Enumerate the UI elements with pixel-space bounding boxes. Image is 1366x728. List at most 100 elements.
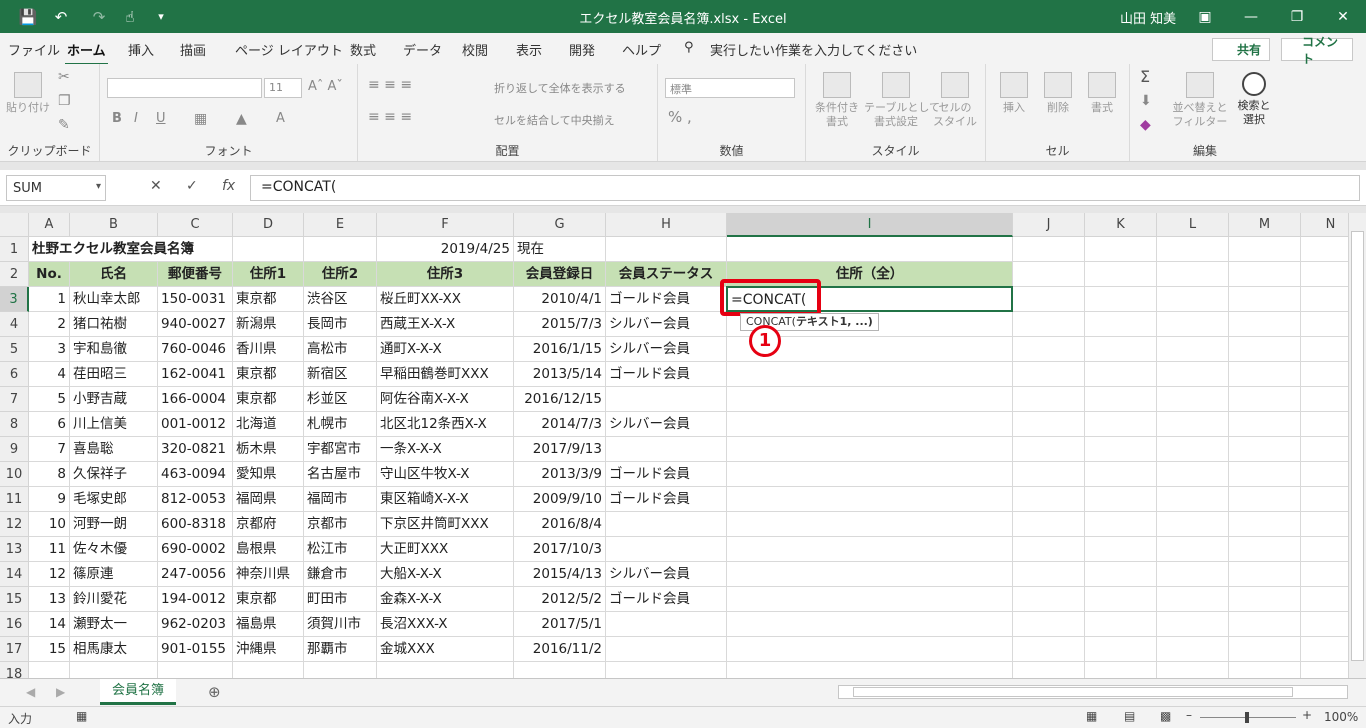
cell[interactable] [1157, 462, 1229, 487]
font-color-icon[interactable]: A [276, 112, 285, 126]
page-break-view-icon[interactable]: ▩ [1160, 709, 1171, 723]
align-top-icon[interactable]: ≡ ≡ ≡ [368, 78, 412, 92]
insert-function-icon[interactable]: fx [222, 178, 235, 194]
font-size-combo[interactable]: 11 [264, 78, 302, 98]
cell[interactable] [1229, 287, 1301, 312]
table-cell[interactable]: 2015/7/3 [514, 312, 606, 337]
worksheet-grid[interactable]: A B C D E F G H I J K L M N 1 2 3 4 5 6 7 8 9 10 11 12 13 14 15 16 17 1… [0, 213, 1366, 678]
table-cell[interactable]: 松江市 [304, 537, 377, 562]
cell[interactable] [1157, 587, 1229, 612]
column-header-j[interactable]: J [1013, 213, 1085, 237]
cell[interactable] [1085, 437, 1157, 462]
add-sheet-icon[interactable]: ⊕ [208, 683, 221, 701]
find-select-button[interactable]: 検索と 選択 [1232, 72, 1276, 127]
cell[interactable] [727, 462, 1013, 487]
tab-review[interactable]: 校閲 [462, 40, 488, 59]
cell[interactable] [1013, 587, 1085, 612]
cell[interactable] [727, 612, 1013, 637]
date-cell[interactable]: 2019/4/25 [377, 237, 514, 262]
table-cell[interactable]: 13 [29, 587, 70, 612]
select-all-corner[interactable] [0, 213, 29, 237]
table-cell[interactable]: 2013/3/9 [514, 462, 606, 487]
table-cell[interactable]: 600-8318 [158, 512, 233, 537]
cell[interactable] [1229, 612, 1301, 637]
table-cell[interactable] [606, 387, 727, 412]
tab-home[interactable]: ホーム [65, 40, 108, 66]
cell[interactable] [1013, 262, 1085, 287]
row-header-2[interactable]: 2 [0, 262, 29, 287]
column-header-f[interactable]: F [377, 213, 514, 237]
table-cell[interactable]: 2012/5/2 [514, 587, 606, 612]
merge-center-button[interactable]: セルを結合して中央揃え [494, 114, 615, 128]
table-cell[interactable]: 佐々木優 [70, 537, 158, 562]
table-cell[interactable]: ゴールド会員 [606, 462, 727, 487]
table-cell[interactable]: 一条X-X-X [377, 437, 514, 462]
table-cell[interactable]: 相馬康太 [70, 637, 158, 662]
table-cell[interactable]: 新潟県 [233, 312, 304, 337]
cut-icon[interactable]: ✂ [58, 70, 70, 84]
row-header-13[interactable]: 13 [0, 537, 29, 562]
cell[interactable] [1157, 512, 1229, 537]
cell[interactable] [727, 237, 1013, 262]
underline-icon[interactable]: U [156, 112, 166, 126]
table-cell[interactable]: 3 [29, 337, 70, 362]
cell[interactable] [1229, 262, 1301, 287]
table-cell[interactable] [606, 537, 727, 562]
cell[interactable] [1085, 462, 1157, 487]
clear-icon[interactable]: ◆ [1140, 118, 1151, 132]
macro-record-icon[interactable]: ▦ [76, 709, 87, 723]
table-cell[interactable]: 喜島聡 [70, 437, 158, 462]
cell[interactable] [1157, 337, 1229, 362]
table-cell[interactable]: 2017/10/3 [514, 537, 606, 562]
cell[interactable] [1085, 637, 1157, 662]
header-cell[interactable]: 会員ステータス [606, 262, 727, 287]
table-cell[interactable]: 2014/7/3 [514, 412, 606, 437]
table-cell[interactable]: 沖縄県 [233, 637, 304, 662]
table-cell[interactable]: 162-0041 [158, 362, 233, 387]
cell[interactable] [1229, 637, 1301, 662]
cell[interactable] [304, 662, 377, 678]
cell[interactable] [1013, 387, 1085, 412]
cell[interactable] [1085, 412, 1157, 437]
cell[interactable] [1229, 662, 1301, 678]
column-header-d[interactable]: D [233, 213, 304, 237]
cell[interactable] [1157, 437, 1229, 462]
delete-button[interactable]: 削除 [1038, 72, 1078, 115]
close-icon[interactable]: ✕ [1320, 0, 1366, 33]
insert-button[interactable]: 挿入 [994, 72, 1034, 115]
zoom-out-icon[interactable]: – [1186, 708, 1192, 722]
row-header-4[interactable]: 4 [0, 312, 29, 337]
cell[interactable] [1229, 587, 1301, 612]
tab-formulas[interactable]: 数式 [350, 40, 376, 59]
table-cell[interactable]: 2016/11/2 [514, 637, 606, 662]
cell[interactable] [727, 412, 1013, 437]
cell[interactable] [1085, 587, 1157, 612]
table-cell[interactable] [606, 437, 727, 462]
cell[interactable] [1013, 662, 1085, 678]
cell[interactable] [1013, 287, 1085, 312]
table-cell[interactable]: 901-0155 [158, 637, 233, 662]
cell[interactable] [727, 362, 1013, 387]
cell[interactable] [1229, 312, 1301, 337]
table-cell[interactable]: 長岡市 [304, 312, 377, 337]
normal-view-icon[interactable]: ▦ [1086, 709, 1097, 723]
table-cell[interactable]: ゴールド会員 [606, 487, 727, 512]
cell-style-button[interactable]: セルの スタイル [930, 72, 980, 129]
bold-icon[interactable]: B [112, 112, 122, 126]
row-header-5[interactable]: 5 [0, 337, 29, 362]
table-cell[interactable]: 北海道 [233, 412, 304, 437]
table-cell[interactable]: 西蔵王X-X-X [377, 312, 514, 337]
table-cell[interactable]: 秋山幸太郎 [70, 287, 158, 312]
cell[interactable] [1013, 537, 1085, 562]
cell[interactable] [1229, 237, 1301, 262]
table-cell[interactable]: 166-0004 [158, 387, 233, 412]
tab-help[interactable]: ヘルプ [622, 40, 661, 59]
cell[interactable] [304, 237, 377, 262]
row-header-16[interactable]: 16 [0, 612, 29, 637]
table-cell[interactable] [606, 612, 727, 637]
table-cell[interactable]: 守山区牛牧X-X [377, 462, 514, 487]
vertical-scrollbar[interactable] [1348, 213, 1366, 678]
cell[interactable] [1229, 387, 1301, 412]
cell[interactable] [1085, 512, 1157, 537]
table-cell[interactable]: シルバー会員 [606, 337, 727, 362]
